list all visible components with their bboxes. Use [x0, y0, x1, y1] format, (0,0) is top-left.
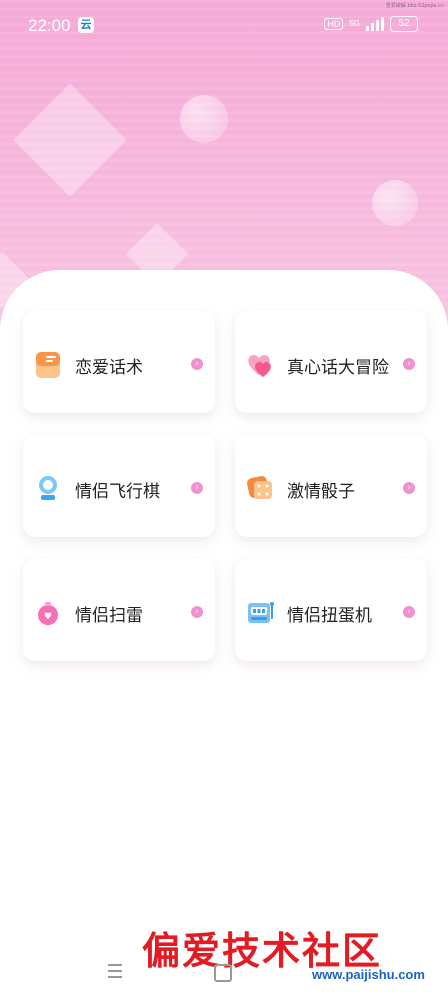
- chevron-right-icon: ›: [403, 482, 415, 494]
- watermark-small: 吾爱破解 bbs.52pojie.cn: [385, 3, 444, 9]
- card-label: 恋爱话术: [75, 358, 143, 377]
- card-couple-gacha[interactable]: 情侣扭蛋机 ›: [235, 559, 427, 661]
- bubble-decoration: [180, 95, 228, 143]
- card-label: 情侣扫雷: [75, 606, 143, 625]
- chevron-right-icon: ›: [403, 606, 415, 618]
- card-label: 情侣扭蛋机: [287, 606, 372, 625]
- card-love-talk[interactable]: 恋爱话术 ›: [23, 311, 215, 413]
- hd-icon: HD: [324, 18, 344, 30]
- chevron-right-icon: ›: [191, 482, 203, 494]
- dice-icon: [247, 476, 272, 499]
- chevron-right-icon: ›: [191, 606, 203, 618]
- bubble-decoration: [372, 180, 418, 226]
- pawn-icon: [39, 476, 57, 500]
- navigation-bar: [0, 950, 448, 1000]
- card-couple-minesweeper[interactable]: 情侣扫雷 ›: [23, 559, 215, 661]
- home-icon[interactable]: [214, 964, 232, 982]
- chevron-right-icon: ›: [403, 358, 415, 370]
- menu-icon[interactable]: [108, 964, 122, 978]
- card-label: 激情骰子: [287, 482, 355, 501]
- card-passion-dice[interactable]: 激情骰子 ›: [235, 435, 427, 537]
- card-label: 真心话大冒险: [287, 358, 389, 377]
- card-truth-or-dare[interactable]: 真心话大冒险 ›: [235, 311, 427, 413]
- card-label: 情侣飞行棋: [75, 482, 160, 501]
- cloud-app-icon: 云: [78, 17, 94, 33]
- gacha-machine-icon: [248, 602, 274, 623]
- card-couple-ludo[interactable]: 情侣飞行棋 ›: [23, 435, 215, 537]
- network-type: 5G: [349, 19, 360, 28]
- clock: 22:00: [28, 16, 71, 35]
- notebook-icon: [36, 352, 60, 378]
- status-bar: 22:00 云 HD 5G 52: [0, 0, 448, 52]
- hearts-icon: [248, 355, 271, 377]
- battery-icon: 52: [390, 16, 418, 32]
- chevron-right-icon: ›: [191, 358, 203, 370]
- bomb-icon: [38, 602, 58, 625]
- status-indicators: HD 5G 52: [324, 16, 418, 32]
- signal-icon: [366, 17, 384, 31]
